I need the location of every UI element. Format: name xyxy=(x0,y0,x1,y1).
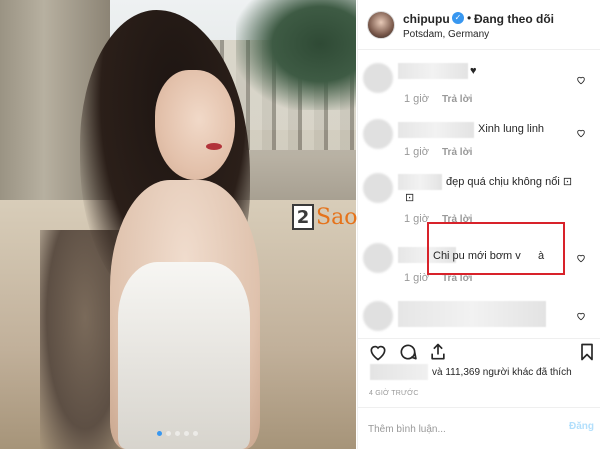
post-location[interactable]: Potsdam, Germany xyxy=(403,29,489,40)
watermark-badge: 2 xyxy=(292,204,314,230)
heart-icon xyxy=(370,345,386,361)
comment-text: Chi pu mới bơm v xyxy=(433,250,521,262)
commenter-avatar[interactable] xyxy=(363,63,393,93)
share-button[interactable] xyxy=(427,342,449,364)
commenter-avatar[interactable] xyxy=(363,173,393,203)
photo-face xyxy=(155,70,235,180)
comment-text-continuation: ⊡ xyxy=(405,192,415,204)
commenter-name-blurred[interactable] xyxy=(398,122,474,138)
carousel-dot xyxy=(157,431,162,436)
carousel-indicator xyxy=(157,431,198,436)
comment-composer: Đăng xyxy=(358,407,600,449)
share-icon xyxy=(431,343,445,360)
comment-time: 1 giờ xyxy=(404,146,429,158)
reply-button[interactable]: Trả lời xyxy=(442,94,472,105)
commenter-name-blurred[interactable] xyxy=(398,301,546,327)
comment-text: Xinh lung linh xyxy=(478,123,545,135)
reply-button[interactable]: Trả lời xyxy=(442,214,472,225)
add-comment-input[interactable] xyxy=(368,420,548,438)
photo-trees xyxy=(236,0,356,110)
post-header: chipupu ✓ • Đang theo dõi Potsdam, Germa… xyxy=(358,0,600,50)
commenter-name-blurred[interactable] xyxy=(398,174,442,190)
header-separator: • xyxy=(467,11,472,25)
comment-like-heart-icon[interactable] xyxy=(576,311,586,321)
comment-like-heart-icon[interactable] xyxy=(576,253,586,263)
watermark-word: Sao xyxy=(316,204,358,230)
commenter-name-blurred[interactable] xyxy=(398,63,468,79)
reply-button[interactable]: Trả lời xyxy=(442,273,472,284)
carousel-dot xyxy=(175,431,180,436)
following-button[interactable]: Đang theo dõi xyxy=(474,12,554,26)
photo-white-top xyxy=(118,262,250,449)
comment-text: đẹp quá chịu không nổi ⊡ xyxy=(446,176,573,188)
comment-time: 1 giờ xyxy=(404,213,429,225)
comment-text: ♥ xyxy=(470,65,477,77)
author-username[interactable]: chipupu xyxy=(403,12,450,26)
author-avatar[interactable] xyxy=(367,11,395,39)
comment-icon xyxy=(400,344,417,360)
commenter-avatar[interactable] xyxy=(363,301,393,331)
comment-button[interactable] xyxy=(397,342,419,364)
commenter-avatar[interactable] xyxy=(363,243,393,273)
post-comment-button[interactable]: Đăng xyxy=(569,421,594,432)
photo-lips xyxy=(206,143,222,150)
comment-like-heart-icon[interactable] xyxy=(576,128,586,138)
comments-list[interactable]: ♥ 1 giờ Trả lời Xinh lung linh 1 giờ Trả… xyxy=(358,51,600,338)
like-button[interactable] xyxy=(367,342,389,364)
save-button[interactable] xyxy=(576,342,598,364)
carousel-dot xyxy=(184,431,189,436)
liker-name-blurred[interactable] xyxy=(370,364,428,380)
post-actions-bar xyxy=(358,338,600,362)
comment-time: 1 giờ xyxy=(404,93,429,105)
site-watermark: 2 Sao xyxy=(292,204,357,230)
bookmark-icon xyxy=(581,343,593,361)
comment-like-heart-icon[interactable] xyxy=(576,75,586,85)
commenter-avatar[interactable] xyxy=(363,119,393,149)
likes-count-text[interactable]: và 111,369 người khác đã thích xyxy=(432,367,572,378)
likes-summary[interactable]: và 111,369 người khác đã thích xyxy=(358,364,600,384)
post-timestamp[interactable]: 4 GIỜ TRƯỚC xyxy=(369,390,419,397)
post-side-panel: chipupu ✓ • Đang theo dõi Potsdam, Germa… xyxy=(357,0,600,449)
reply-button[interactable]: Trả lời xyxy=(442,147,472,158)
comment-time: 1 giờ xyxy=(404,272,429,284)
carousel-dot xyxy=(193,431,198,436)
comment-text-tail: à xyxy=(538,250,545,262)
carousel-dot xyxy=(166,431,171,436)
verified-badge-icon: ✓ xyxy=(452,12,464,24)
